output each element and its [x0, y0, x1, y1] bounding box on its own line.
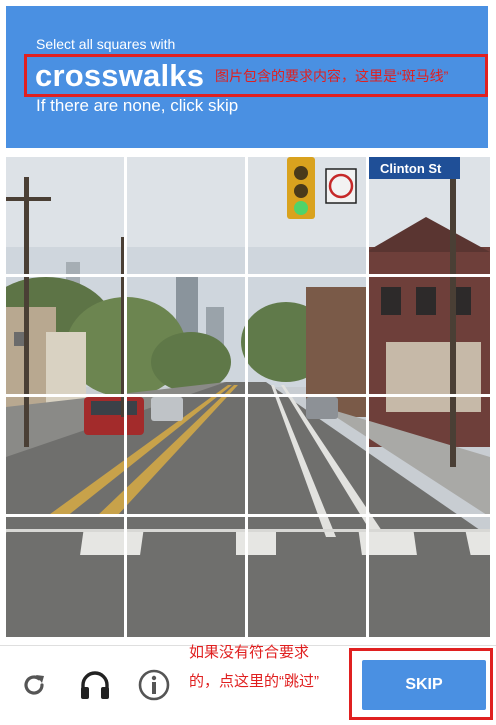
image-grid: Clinton St	[6, 157, 490, 637]
tile-r4-c3[interactable]	[248, 517, 369, 637]
tile-r4-c1[interactable]	[6, 517, 127, 637]
tile-r2-c2[interactable]	[127, 277, 248, 397]
tile-r3-c2[interactable]	[127, 397, 248, 517]
annotation-box-skip	[349, 648, 493, 720]
tile-r1-c3[interactable]	[248, 157, 369, 277]
tile-r4-c2[interactable]	[127, 517, 248, 637]
annotation-note-skip: 如果没有符合要求的，点这里的“跳过”	[189, 644, 319, 690]
tile-r2-c4[interactable]	[369, 277, 490, 397]
prompt-skip-hint: If there are none, click skip	[36, 96, 239, 115]
tile-r1-c4[interactable]	[369, 157, 490, 277]
annotation-note-target: 图片包含的要求内容，这里是“斑马线”	[215, 68, 449, 84]
tile-r3-c3[interactable]	[248, 397, 369, 517]
tile-grid	[6, 157, 490, 637]
prompt-instruction: Select all squares with	[36, 36, 176, 52]
info-button[interactable]	[134, 665, 174, 705]
tile-r3-c4[interactable]	[369, 397, 490, 517]
reload-icon	[24, 675, 44, 695]
reload-button[interactable]	[14, 665, 54, 705]
audio-challenge-button[interactable]	[75, 665, 115, 705]
tile-r3-c1[interactable]	[6, 397, 127, 517]
info-icon	[138, 669, 170, 701]
headphones-icon	[81, 671, 109, 699]
tile-r4-c4[interactable]	[369, 517, 490, 637]
tile-r2-c1[interactable]	[6, 277, 127, 397]
tile-r1-c1[interactable]	[6, 157, 127, 277]
tile-r2-c3[interactable]	[248, 277, 369, 397]
tile-r1-c2[interactable]	[127, 157, 248, 277]
